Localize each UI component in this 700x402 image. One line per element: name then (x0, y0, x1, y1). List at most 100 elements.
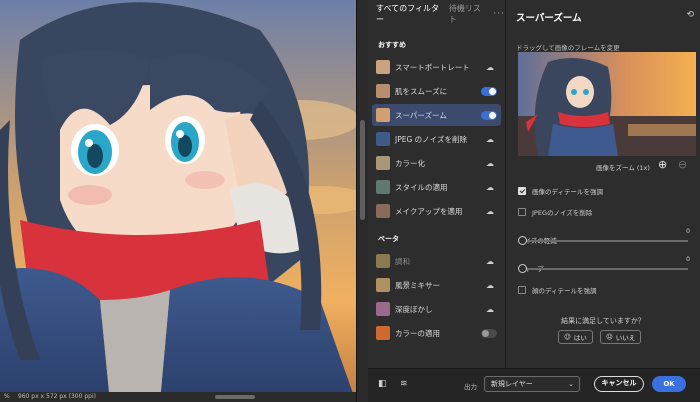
filter-thumbnail (376, 278, 390, 292)
no-label: いいえ (615, 334, 636, 342)
footer-bar: ◧ ≋ 出力 新規レイヤー ⌄ キャンセル OK (368, 368, 700, 402)
checkbox-box[interactable] (518, 208, 526, 216)
filter-label: 肌をスムーズに (395, 86, 448, 96)
layers-icon[interactable]: ≋ (400, 379, 408, 389)
filter-label: スマートポートレート (395, 62, 470, 72)
slider-track[interactable] (522, 268, 688, 270)
slider-value: 0 (686, 228, 690, 235)
filter-label: カラー化 (395, 158, 425, 168)
cloud-download-icon[interactable]: ☁ (483, 63, 497, 72)
filter-label: JPEG のノイズを削除 (395, 134, 467, 144)
noise-reduction-slider[interactable]: ノイズの軽減 0 (518, 228, 690, 247)
section-heading: おすすめ (378, 41, 406, 49)
slider-track[interactable] (522, 240, 688, 242)
vertical-scrollbar[interactable] (356, 0, 368, 402)
filter-thumbnail (376, 132, 390, 146)
preview-image (518, 52, 696, 156)
filter-thumbnail (376, 108, 390, 122)
zoom-label: 画像をズーム (1x) (596, 164, 650, 172)
zoom-percent: % (4, 393, 10, 400)
more-icon[interactable]: ··· (493, 9, 505, 19)
filter-item[interactable]: メイクアップを適用 ☁ (372, 200, 501, 222)
anime-illustration (0, 0, 356, 402)
slider-handle[interactable] (518, 236, 527, 245)
slider-handle[interactable] (518, 264, 527, 273)
filter-toggle[interactable] (481, 110, 497, 120)
filter-toggle[interactable] (481, 328, 497, 338)
output-label: 出力 (464, 383, 477, 391)
cloud-download-icon[interactable]: ☁ (483, 135, 497, 144)
checkbox-box[interactable] (518, 187, 526, 195)
neural-filters-list: すべてのフィルター 待機リスト ··· おすすめスマートポートレート ☁ 肌をスムー… (368, 0, 506, 368)
cloud-download-icon[interactable]: ☁ (483, 305, 497, 314)
cloud-download-icon[interactable]: ☁ (483, 281, 497, 290)
chevron-down-icon: ⌄ (568, 380, 574, 388)
scrollbar-thumb[interactable] (360, 120, 365, 220)
filter-thumbnail (376, 254, 390, 268)
cloud-download-icon[interactable]: ☁ (483, 207, 497, 216)
horizontal-scrollbar[interactable] (215, 395, 255, 399)
checkbox-label: JPEGのノイズを削除 (532, 209, 593, 217)
ok-button[interactable]: OK (652, 376, 686, 392)
zoom-in-icon[interactable]: ⊕ (658, 158, 667, 171)
filter-thumbnail (376, 302, 390, 316)
smile-icon: ☺ (564, 333, 571, 341)
filter-item[interactable]: スマートポートレート ☁ (372, 56, 501, 78)
filter-settings-panel: スーパーズーム ⟲ ドラッグして画像のフレームを変更 画像をズーム (1x) ⊕ (506, 0, 700, 368)
filter-thumbnail (376, 326, 390, 340)
tab-all-filters[interactable]: すべてのフィルター (376, 3, 441, 25)
filter-item[interactable]: カラーの適用 (372, 322, 501, 344)
panel-title: スーパーズーム (516, 13, 582, 24)
reset-icon[interactable]: ⟲ (686, 10, 694, 20)
filter-label: 風景ミキサー (395, 280, 440, 290)
feedback-yes-button[interactable]: ☺ はい (558, 330, 593, 344)
status-bar: % 960 px x 572 px (300 ppi) (0, 392, 356, 402)
filter-item[interactable]: スーパーズーム (372, 104, 501, 126)
filter-thumbnail (376, 60, 390, 74)
cloud-download-icon[interactable]: ☁ (483, 159, 497, 168)
checkbox-label: 顔のディテールを強調 (532, 287, 597, 295)
checkbox-label: 画像のディテールを強調 (532, 188, 604, 196)
feedback-question: 結果に満足していますか？ (561, 317, 645, 325)
filter-label: メイクアップを適用 (395, 206, 463, 216)
filter-item[interactable]: JPEG のノイズを削除 ☁ (372, 128, 501, 150)
tab-waitlist[interactable]: 待機リスト (449, 3, 486, 25)
checkbox-box[interactable] (518, 286, 526, 294)
filter-label: スタイルの適用 (395, 182, 448, 192)
filter-label: 調和 (395, 256, 410, 266)
enhance-detail-checkbox[interactable]: 画像のディテールを強調 (518, 186, 603, 196)
compare-icon[interactable]: ◧ (378, 379, 387, 389)
filter-item[interactable]: 肌をスムーズに (372, 80, 501, 102)
filter-item[interactable]: 風景ミキサー ☁ (372, 274, 501, 296)
zoom-out-icon[interactable]: ⊖ (678, 158, 687, 171)
filter-thumbnail (376, 84, 390, 98)
enhance-face-checkbox[interactable]: 顔のディテールを強調 (518, 285, 597, 295)
filter-toggle[interactable] (481, 86, 497, 96)
cancel-button[interactable]: キャンセル (594, 376, 644, 392)
image-canvas[interactable]: % 960 px x 572 px (300 ppi) (0, 0, 356, 402)
image-dimensions: 960 px x 572 px (300 ppi) (17, 393, 96, 400)
feedback-no-button[interactable]: ☹ いいえ (600, 330, 642, 344)
yes-label: はい (573, 334, 587, 342)
drag-hint: ドラッグして画像のフレームを変更 (516, 44, 620, 52)
filter-item[interactable]: 調和 ☁ (372, 250, 501, 272)
filter-item[interactable]: カラー化 ☁ (372, 152, 501, 174)
filter-tabs: すべてのフィルター 待機リスト ··· (368, 0, 505, 28)
filter-item[interactable]: スタイルの適用 ☁ (372, 176, 501, 198)
filter-label: 深度ぼかし (395, 304, 433, 314)
cloud-download-icon[interactable]: ☁ (483, 257, 497, 266)
filter-thumbnail (376, 204, 390, 218)
frown-icon: ☹ (606, 333, 613, 341)
filter-label: カラーの適用 (395, 328, 440, 338)
slider-value: 0 (686, 256, 690, 263)
preview-thumbnail[interactable] (518, 52, 696, 156)
filter-thumbnail (376, 180, 390, 194)
section-heading: ベータ (378, 235, 399, 243)
filter-thumbnail (376, 156, 390, 170)
cloud-download-icon[interactable]: ☁ (483, 183, 497, 192)
sharpen-slider[interactable]: シャープ 0 (518, 256, 690, 275)
output-select[interactable]: 新規レイヤー ⌄ (484, 376, 580, 392)
output-value: 新規レイヤー (491, 380, 533, 388)
filter-item[interactable]: 深度ぼかし ☁ (372, 298, 501, 320)
remove-jpeg-noise-checkbox[interactable]: JPEGのノイズを削除 (518, 207, 592, 217)
